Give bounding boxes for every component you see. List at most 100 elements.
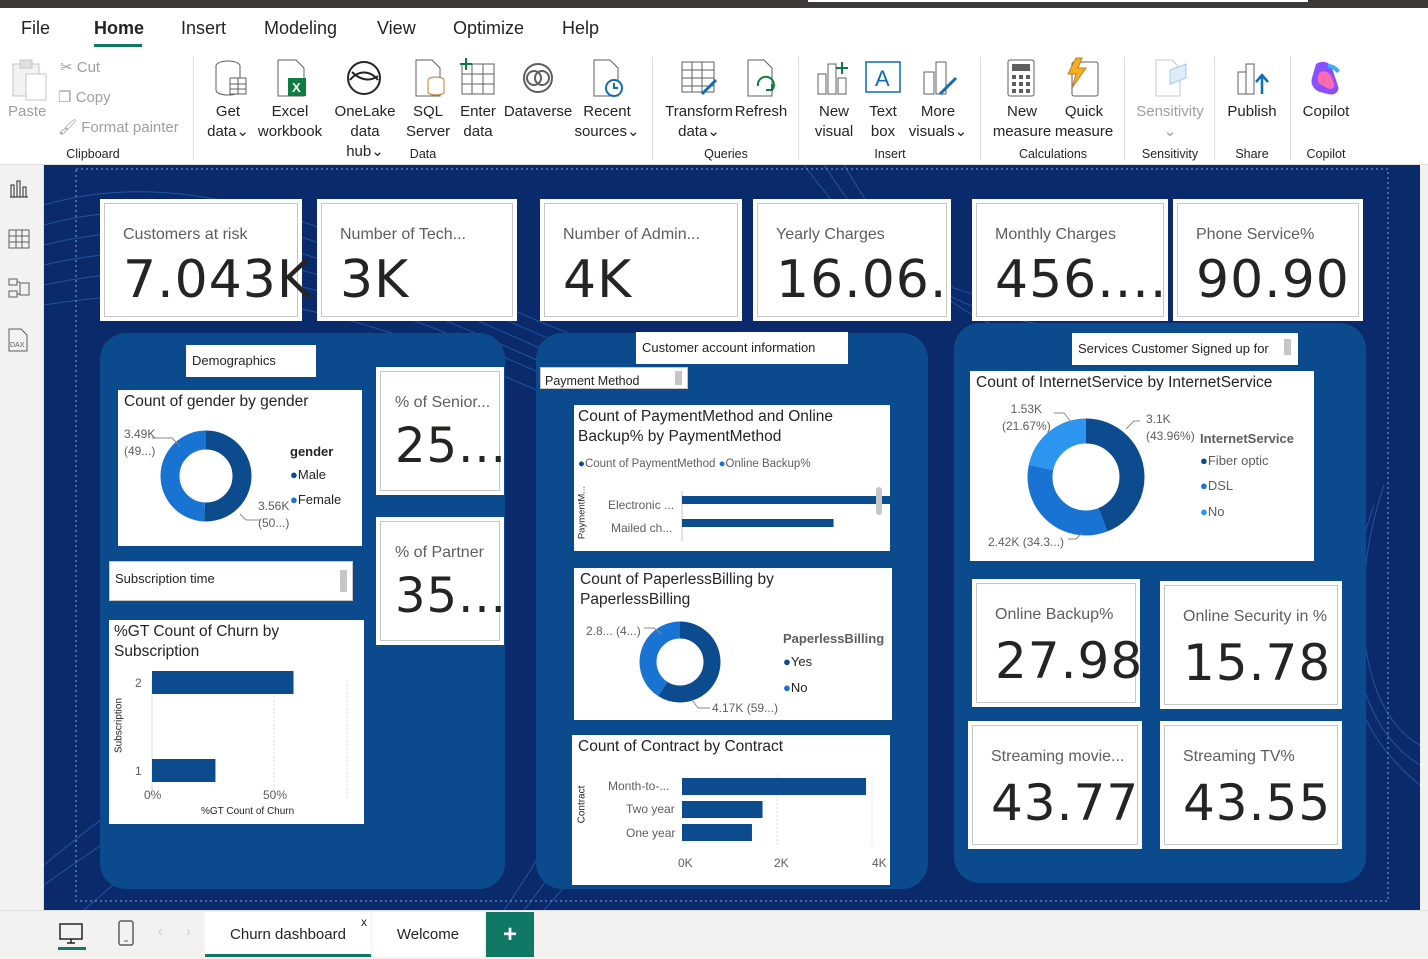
sensitivity-button[interactable]: Sensitivity ⌄: [1134, 102, 1206, 142]
internet-service-chart[interactable]: Count of InternetService by InternetServ…: [970, 371, 1314, 561]
sql-server-button[interactable]: SQL Server: [406, 102, 450, 142]
desktop-layout-icon[interactable]: [58, 921, 84, 947]
kpi-card-admin[interactable]: Number of Admin... 4K: [544, 203, 738, 317]
menu-view[interactable]: View: [377, 18, 416, 39]
legend-item-dsl[interactable]: ●DSL: [1200, 478, 1233, 493]
contract-chart[interactable]: Count of Contract by Contract Contract M…: [572, 735, 890, 885]
subscription-time-slicer[interactable]: Subscription time: [109, 561, 353, 601]
slicer-scrollbar[interactable]: [675, 371, 682, 385]
menu-optimize[interactable]: Optimize: [453, 18, 524, 39]
recent-sources-icon: [593, 59, 623, 97]
copilot-icon: [1311, 61, 1340, 95]
enter-data-icon: [460, 58, 495, 95]
new-visual-button[interactable]: New visual: [812, 102, 856, 142]
churn-bar-1[interactable]: [152, 759, 216, 782]
kpi-card-streaming-movies[interactable]: Streaming movie... 43.77: [972, 725, 1138, 845]
churn-by-subscription-chart[interactable]: %GT Count of Churn by Subscription Subscr…: [109, 620, 364, 824]
more-visuals-icon: [923, 61, 958, 96]
kpi-card-online-backup[interactable]: Online Backup% 27.98: [976, 583, 1142, 703]
legend-item-yes[interactable]: ●Yes: [783, 654, 812, 669]
transform-data-icon: [681, 61, 718, 96]
close-tab-icon[interactable]: x: [361, 900, 367, 945]
cut-button[interactable]: ✂ Cut: [60, 58, 100, 78]
title-bar: [0, 0, 1428, 8]
excel-workbook-button[interactable]: Excel workbook: [256, 102, 324, 142]
copy-button[interactable]: ❐ Copy: [58, 88, 111, 108]
menu-file[interactable]: File: [21, 18, 50, 39]
report-view-icon[interactable]: [8, 179, 30, 199]
payment-method-slicer[interactable]: Payment Method: [540, 367, 688, 389]
dax-query-icon[interactable]: DAX: [6, 327, 30, 353]
table-view-icon[interactable]: [8, 229, 30, 249]
contract-bar-2[interactable]: [682, 824, 752, 841]
scissors-icon: ✂: [60, 59, 73, 76]
transform-data-button[interactable]: Transform data⌄: [664, 102, 734, 142]
text-box-button[interactable]: Text box: [862, 102, 904, 142]
kpi-card-customers-at-risk[interactable]: Customers at risk 7.043K: [104, 203, 311, 317]
slicer-scrollbar[interactable]: [340, 570, 347, 592]
paste-button[interactable]: Paste: [8, 102, 46, 122]
chevron-down-icon: ⌄: [954, 123, 968, 140]
x-tick-2k: 2K: [774, 856, 789, 870]
enter-data-button[interactable]: Enter data: [456, 102, 500, 142]
slicer-scrollbar[interactable]: [1284, 339, 1291, 355]
kpi-card-online-security[interactable]: Online Security in % 15.78: [1164, 585, 1338, 705]
no-data-label: 2.8... (4...): [586, 624, 641, 638]
copilot-button[interactable]: Copilot: [1296, 102, 1356, 122]
calculator-icon: [1007, 59, 1035, 97]
x-axis-label: %GT Count of Churn: [201, 806, 295, 817]
model-view-icon[interactable]: [8, 277, 30, 301]
get-data-button[interactable]: Get data⌄: [205, 102, 251, 142]
chevron-right-icon[interactable]: ›: [186, 923, 191, 939]
kpi-card-streaming-tv[interactable]: Streaming TV% 43.55: [1164, 725, 1338, 845]
separator: [1290, 56, 1291, 160]
dataverse-button[interactable]: Dataverse: [503, 102, 573, 122]
contract-bar-1[interactable]: [682, 801, 763, 818]
menu-insert[interactable]: Insert: [181, 18, 226, 39]
kpi-card-phone-service[interactable]: Phone Service% 90.90: [1177, 203, 1359, 317]
demographics-title: Demographics: [186, 345, 316, 377]
legend-dot: ●: [290, 467, 298, 482]
menu-modeling[interactable]: Modeling: [264, 18, 337, 39]
menu-home[interactable]: Home: [94, 18, 144, 39]
menu-bar: File Home Insert Modeling View Optimize …: [0, 8, 1428, 50]
male-data-label: 3.49K (49...): [124, 427, 156, 458]
churn-bar-0[interactable]: [152, 671, 294, 694]
payment-bar-0[interactable]: [682, 496, 890, 504]
x-tick-50: 50%: [263, 788, 288, 802]
contract-bar-0[interactable]: [682, 778, 867, 795]
legend-item-fiber-optic[interactable]: ●Fiber optic: [1200, 453, 1269, 468]
mobile-layout-icon[interactable]: [116, 919, 136, 947]
kpi-card-senior[interactable]: % of Senior... 25...: [380, 371, 506, 491]
kpi-card-partner[interactable]: % of Partner 35...: [380, 521, 506, 641]
kpi-card-tech[interactable]: Number of Tech... 3K: [321, 203, 513, 317]
add-page-button[interactable]: +: [486, 912, 534, 957]
chart-scrollbar[interactable]: [876, 487, 882, 515]
recent-sources-button[interactable]: Recent sources⌄: [574, 102, 640, 142]
new-measure-button[interactable]: New measure: [990, 102, 1054, 142]
refresh-button[interactable]: Refresh: [734, 102, 788, 122]
separator: [193, 56, 194, 160]
menu-help[interactable]: Help: [562, 18, 599, 39]
legend-item-no[interactable]: ●No: [1200, 504, 1224, 519]
legend-item-no[interactable]: ●No: [783, 680, 807, 695]
active-layout-indicator: [58, 947, 86, 950]
paperless-billing-chart[interactable]: Count of PaperlessBilling by PaperlessBil…: [574, 568, 892, 720]
copilot-group-label: Copilot: [1306, 147, 1346, 161]
tab-churn-dashboard[interactable]: Churn dashboard x: [205, 912, 371, 957]
legend-item-female[interactable]: ●Female: [290, 492, 341, 507]
publish-button[interactable]: Publish: [1224, 102, 1280, 122]
search-box[interactable]: [808, 0, 1308, 2]
tab-welcome[interactable]: Welcome: [372, 912, 484, 957]
kpi-card-yearly-charges[interactable]: Yearly Charges16.06...: [757, 203, 947, 317]
kpi-card-monthly-charges[interactable]: Monthly Charges 456....: [976, 203, 1164, 317]
format-painter-button[interactable]: 🖌 Format painter: [58, 118, 179, 138]
quick-measure-icon: [1067, 57, 1099, 97]
payment-bar-1[interactable]: [682, 519, 834, 527]
legend-item-male[interactable]: ●Male: [290, 467, 326, 482]
payment-method-chart[interactable]: Count of PaymentMethod and Online Backup%…: [574, 405, 890, 551]
more-visuals-button[interactable]: More visuals⌄: [908, 102, 968, 142]
quick-measure-button[interactable]: Quick measure: [1052, 102, 1116, 142]
gender-donut-chart[interactable]: Count of gender by gender 3.49K (49...) 3…: [118, 390, 362, 546]
chevron-left-icon[interactable]: ‹: [158, 923, 163, 939]
